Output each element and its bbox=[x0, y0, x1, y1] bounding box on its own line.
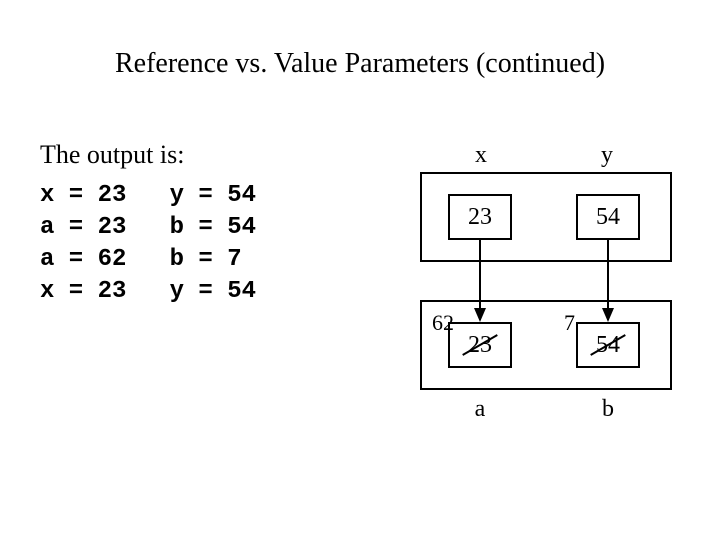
output-line-4: x = 23 y = 54 bbox=[40, 278, 256, 305]
output-line-2: a = 23 b = 54 bbox=[40, 214, 256, 241]
memory-diagram: x y 23 54 23 54 62 7 a b bbox=[400, 140, 690, 430]
slide-title: Reference vs. Value Parameters (continue… bbox=[0, 48, 720, 80]
slide: Reference vs. Value Parameters (continue… bbox=[0, 0, 720, 540]
program-output-block: x = 23 y = 54 a = 23 b = 54 a = 62 b = 7… bbox=[40, 180, 256, 308]
output-line-3: a = 62 b = 7 bbox=[40, 246, 242, 273]
output-line-1: x = 23 y = 54 bbox=[40, 182, 256, 209]
output-lead-text: The output is: bbox=[40, 140, 184, 170]
copy-arrows bbox=[400, 140, 690, 430]
